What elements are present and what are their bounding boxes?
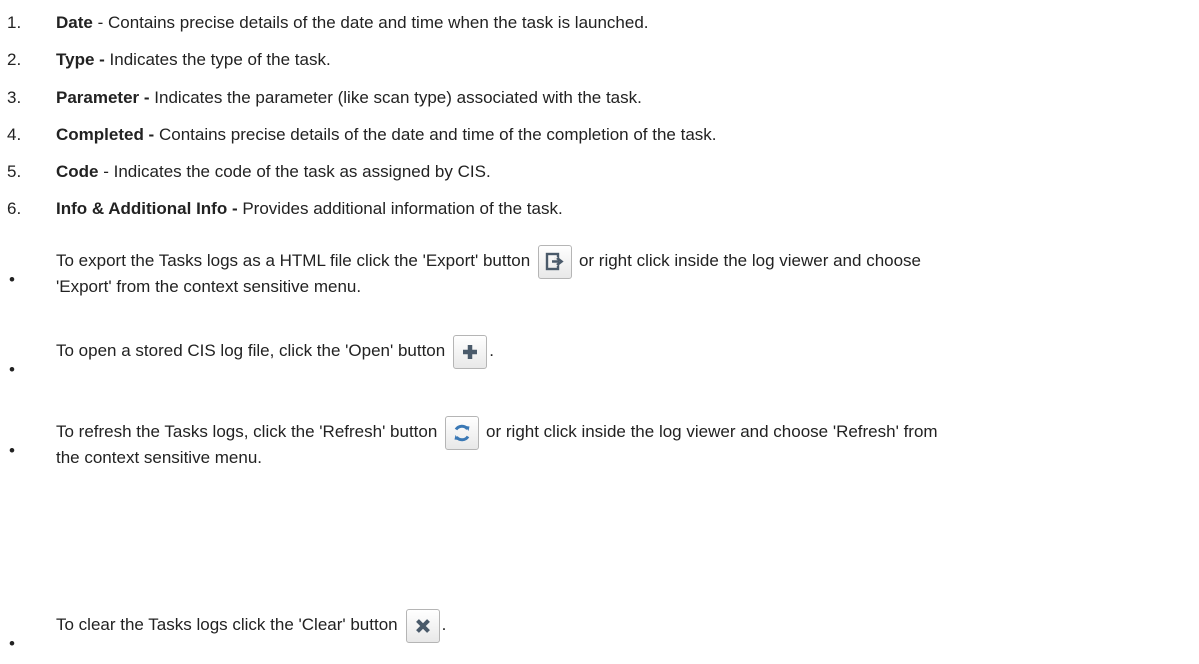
item-description: Indicates the type of the task. (104, 50, 331, 69)
export-icon (546, 252, 564, 271)
bullet-dot: • (9, 634, 15, 653)
item-term: Date (56, 13, 93, 32)
bullet-text-after: . (441, 615, 447, 634)
bullet-text: To refresh the Tasks logs, click the 'Re… (56, 422, 438, 441)
item-number: 6. (7, 199, 22, 218)
bullet-text-after: or right click inside the log viewer and… (481, 422, 938, 441)
item-number: 2. (7, 50, 22, 69)
item-term: Info & Additional Info - (56, 199, 238, 218)
item-description: - Indicates the code of the task as assi… (98, 162, 491, 181)
bullet-text-after: or right click inside the log viewer and… (574, 251, 922, 270)
bullet-text-line2: the context sensitive menu. (56, 448, 263, 467)
bullet-text-line2: 'Export' from the context sensitive menu… (56, 277, 362, 296)
item-term: Code (56, 162, 99, 181)
bullet-text-after: . (489, 341, 494, 360)
item-term: Parameter - (56, 88, 150, 107)
item-term: Type - (56, 50, 105, 69)
bullet-dot: • (9, 441, 15, 460)
bullet-text: To clear the Tasks logs click the 'Clear… (56, 615, 398, 634)
item-description: Provides additional information of the t… (237, 199, 563, 218)
item-description: Contains precise details of the date and… (154, 125, 717, 144)
item-number: 1. (7, 13, 22, 32)
open-button (453, 335, 488, 369)
item-description: - Contains precise details of the date a… (92, 13, 649, 32)
bullet-dot: • (9, 270, 15, 289)
plus-icon (463, 345, 478, 359)
item-term: Completed - (56, 125, 155, 144)
item-number: 4. (7, 125, 22, 144)
refresh-icon (454, 424, 470, 442)
clear-button (405, 609, 440, 643)
bullet-text: To export the Tasks logs as a HTML file … (56, 251, 531, 270)
close-icon (415, 619, 430, 633)
bullet-dot: • (9, 360, 15, 379)
export-button (538, 245, 573, 279)
refresh-button (445, 416, 480, 450)
item-number: 5. (7, 162, 22, 181)
item-description: Indicates the parameter (like scan type)… (149, 88, 642, 107)
bullet-text: To open a stored CIS log file, click the… (56, 341, 446, 360)
item-number: 3. (7, 88, 22, 107)
